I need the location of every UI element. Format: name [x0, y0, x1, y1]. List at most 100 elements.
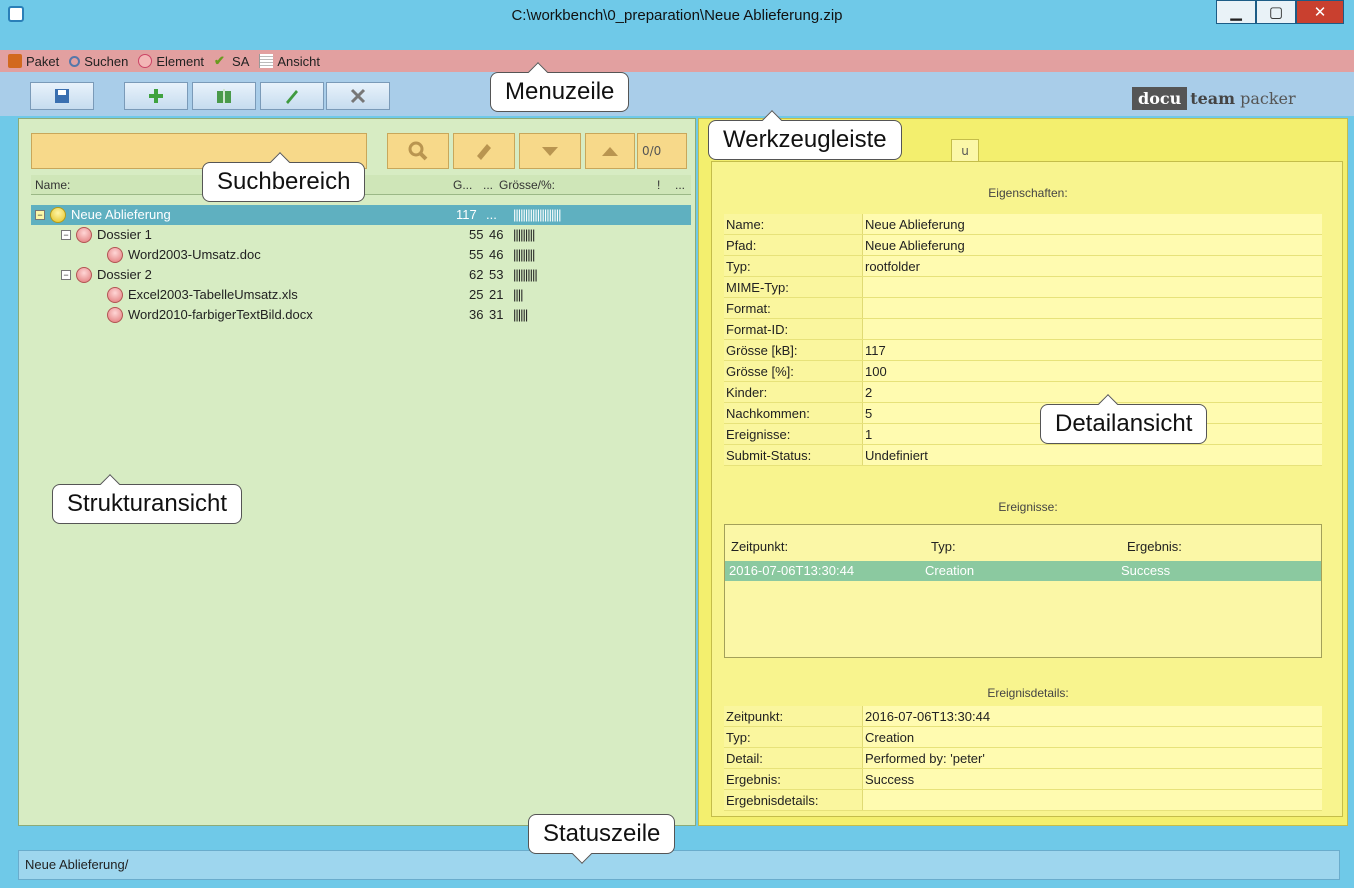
callout-menuzeile: Menuzeile — [490, 62, 630, 112]
menu-item-label: SA — [232, 53, 250, 69]
detail-panel: u Eigenschaften: Name: Neue Ablieferung P… — [698, 118, 1348, 826]
property-row: Format: — [724, 298, 1322, 319]
file-node-icon — [107, 307, 123, 323]
size-bar: ||||||||| — [513, 247, 535, 262]
next-result-button[interactable] — [519, 133, 581, 169]
delete-x-icon — [350, 88, 366, 104]
callout-label: Statuszeile — [543, 820, 661, 847]
tree-row[interactable]: Word2010-farbigerTextBild.docx 36 31 |||… — [31, 305, 691, 325]
properties-title: Eigenschaften: — [988, 186, 1068, 200]
menu-item-sa[interactable]: ✔ SA — [214, 54, 249, 69]
file-node-icon — [107, 287, 123, 303]
node-label: Dossier 1 — [97, 227, 152, 242]
property-row: Name: Neue Ablieferung — [724, 214, 1322, 235]
property-row: Grösse [%]: 100 — [724, 361, 1322, 382]
property-row: Typ: rootfolder — [724, 256, 1322, 277]
col-g[interactable]: G... — [453, 178, 472, 192]
event-detail-row: Ergebnisdetails: — [724, 790, 1322, 811]
menu-item-label: Suchen — [84, 53, 129, 69]
tree-row[interactable]: − Neue Ablieferung 117 ... |||||||||||||… — [31, 205, 691, 225]
brand-part3: packer — [1240, 88, 1296, 108]
minimize-button[interactable]: ▁ — [1216, 0, 1256, 24]
event-type: Creation — [925, 563, 975, 578]
size-bar: |||| — [513, 287, 523, 302]
brand-logo: docu team packer — [1132, 86, 1296, 110]
tree-row[interactable]: − Dossier 1 55 46 ||||||||| — [31, 225, 691, 245]
event-detail-row: Zeitpunkt: 2016-07-06T13:30:44 — [724, 706, 1322, 727]
callout-statuszeile: Statuszeile — [528, 814, 676, 864]
menu-bar: Paket Suchen Element ✔ SA Ansicht — [0, 50, 1354, 72]
menu-item-element[interactable]: Element — [138, 54, 204, 69]
close-button[interactable]: ✕ — [1296, 0, 1344, 24]
callout-strukturansicht: Strukturansicht — [52, 474, 243, 524]
col-zeitpunkt[interactable]: Zeitpunkt: — [731, 539, 788, 554]
menu-item-label: Element — [156, 53, 205, 69]
callout-suchbereich: Suchbereich — [202, 152, 366, 202]
brand-part1: docu — [1132, 86, 1188, 110]
search-counter: 0/0 — [637, 133, 687, 169]
collapse-icon[interactable]: − — [61, 230, 71, 240]
window-title: C:\workbench\0_preparation\Neue Abliefer… — [511, 7, 843, 24]
col-dots[interactable]: ... — [483, 178, 493, 192]
menu-item-suchen[interactable]: Suchen — [69, 54, 128, 69]
detail-tab[interactable]: u — [951, 139, 979, 161]
events-title: Ereignisse: — [998, 500, 1058, 514]
clear-search-button[interactable] — [453, 133, 515, 169]
property-row: Format-ID: — [724, 319, 1322, 340]
add-button[interactable] — [124, 82, 188, 110]
collapse-icon[interactable]: − — [35, 210, 45, 220]
delete-button[interactable] — [326, 82, 390, 110]
status-bar: Neue Ablieferung/ — [18, 850, 1340, 880]
tree-row[interactable]: Word2003-Umsatz.doc 55 46 ||||||||| — [31, 245, 691, 265]
col-typ[interactable]: Typ: — [931, 539, 956, 554]
save-button[interactable] — [30, 82, 94, 110]
previous-result-button[interactable] — [585, 133, 635, 169]
event-details-title: Ereignisdetails: — [987, 686, 1069, 700]
col-groesse[interactable]: Grösse/%: — [499, 178, 555, 192]
event-detail-row: Ergebnis: Success — [724, 769, 1322, 790]
property-row: MIME-Typ: — [724, 277, 1322, 298]
menu-item-paket[interactable]: Paket — [8, 54, 59, 69]
arrow-down-icon — [542, 147, 558, 156]
file-node-icon — [107, 247, 123, 263]
tree-node: − Dossier 1 — [61, 225, 152, 245]
event-result: Success — [1121, 563, 1171, 578]
property-row: Kinder: 2 — [724, 382, 1322, 403]
callout-label: Detailansicht — [1055, 410, 1193, 437]
event-time: 2016-07-06T13:30:44 — [729, 563, 855, 578]
size-bar: ||||||||| — [513, 227, 535, 242]
app-window: C:\workbench\0_preparation\Neue Abliefer… — [0, 0, 1354, 888]
size-bar: |||||||||||||||||||| — [513, 207, 562, 222]
col-more[interactable]: ... — [675, 178, 685, 192]
tree-node: Word2010-farbigerTextBild.docx — [107, 305, 313, 325]
structure-panel: 0/0 Name: G... ... Grösse/%: ! ... − Neu… — [18, 118, 696, 826]
menu-item-ansicht[interactable]: Ansicht — [259, 54, 320, 69]
events-table: Zeitpunkt: Typ: Ergebnis: 2016-07-06T13:… — [724, 524, 1322, 658]
toolbar: docu team packer — [0, 72, 1354, 116]
tree-row[interactable]: Excel2003-TabelleUmsatz.xls 25 21 |||| — [31, 285, 691, 305]
add-package-button[interactable] — [192, 82, 256, 110]
brand-part2: team — [1190, 88, 1236, 108]
event-row[interactable]: 2016-07-06T13:30:44 Creation Success — [725, 561, 1321, 581]
size-bar: |||||||||| — [513, 267, 538, 282]
col-name[interactable]: Name: — [35, 178, 70, 192]
size-bar: |||||| — [513, 307, 528, 322]
plus-icon — [149, 89, 163, 103]
detail-view: Eigenschaften: Name: Neue Ablieferung Pfa… — [711, 161, 1343, 817]
tree-node: − Dossier 2 — [61, 265, 152, 285]
tree-row[interactable]: − Dossier 2 62 53 |||||||||| — [31, 265, 691, 285]
col-bang[interactable]: ! — [657, 178, 660, 192]
callout-label: Strukturansicht — [67, 490, 228, 517]
maximize-button[interactable]: ▢ — [1256, 0, 1296, 24]
checkmark-icon: ✔ — [214, 53, 225, 68]
search-button[interactable] — [387, 133, 449, 169]
collapse-icon[interactable]: − — [61, 270, 71, 280]
edit-button[interactable] — [260, 82, 324, 110]
col-ergebnis[interactable]: Ergebnis: — [1127, 539, 1182, 554]
magnifier-icon — [408, 141, 428, 161]
callout-label: Suchbereich — [217, 168, 351, 195]
package-add-icon — [217, 89, 231, 103]
title-bar: C:\workbench\0_preparation\Neue Abliefer… — [0, 0, 1354, 30]
property-row: Submit-Status: Undefiniert — [724, 445, 1322, 466]
element-icon — [138, 54, 153, 68]
